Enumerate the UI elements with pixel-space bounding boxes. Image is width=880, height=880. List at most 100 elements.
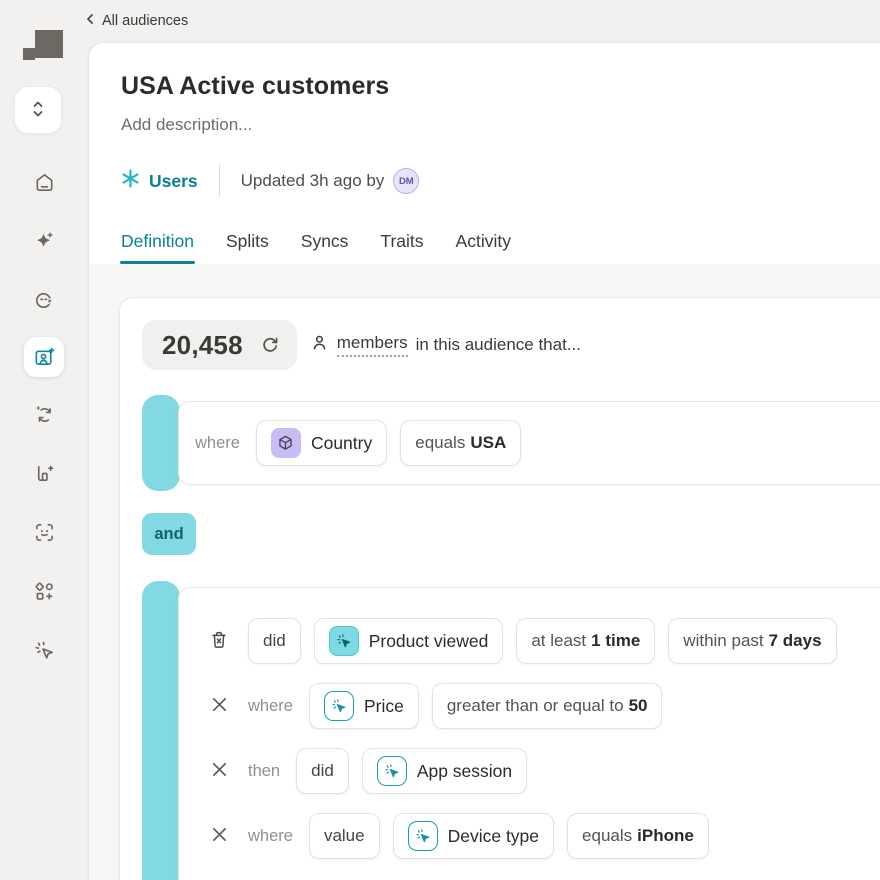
sidebar-nav xyxy=(0,160,88,672)
sidebar-item-ai[interactable] xyxy=(22,219,66,263)
property-name: Country xyxy=(310,432,373,453)
condition-group-1: where Country equals USA xyxy=(142,395,880,491)
frequency-prefix: at least xyxy=(531,631,587,650)
workspace-switcher[interactable] xyxy=(14,86,62,134)
identity-scan-icon xyxy=(33,521,56,544)
verb-label: did xyxy=(263,631,286,650)
vertical-divider xyxy=(218,165,220,197)
operator-value: USA xyxy=(470,433,507,452)
chevron-left-icon xyxy=(84,13,96,29)
condition-group-bar xyxy=(142,395,180,491)
remove-condition-button[interactable] xyxy=(208,825,230,847)
event-name: Product viewed xyxy=(368,630,489,651)
analytics-icon xyxy=(33,462,56,485)
tab-splits[interactable]: Splits xyxy=(226,231,269,252)
snowflake-icon xyxy=(121,169,140,193)
condition-row-then-app-session: then did App session xyxy=(208,748,880,794)
condition-connector-label: then xyxy=(248,761,281,780)
condition-group-2: did Product viewed at least 1 time withi… xyxy=(142,581,880,880)
description-placeholder[interactable]: Add description... xyxy=(121,115,880,135)
property-button-device-type[interactable]: Device type xyxy=(392,813,555,859)
integrations-icon xyxy=(33,580,56,603)
operator-value: 50 xyxy=(628,696,648,715)
window-value: 7 days xyxy=(768,631,822,650)
verb-button-did[interactable]: did xyxy=(248,618,301,664)
condition-row: where Country equals USA xyxy=(178,401,880,485)
operator-prefix: equals xyxy=(582,826,633,845)
event-cursor-icon xyxy=(328,626,359,656)
home-icon xyxy=(33,171,56,194)
verb-button-did[interactable]: did xyxy=(296,748,349,794)
breadcrumb-back[interactable]: All audiences xyxy=(80,13,188,29)
sync-sparkle-icon xyxy=(33,403,56,426)
trash-icon xyxy=(208,629,230,654)
event-property-cursor-icon xyxy=(407,821,438,851)
tab-syncs[interactable]: Syncs xyxy=(301,231,349,252)
members-suffix-text: in this audience that... xyxy=(415,335,581,354)
sidebar-item-audiences[interactable] xyxy=(24,337,64,377)
remove-condition-button[interactable] xyxy=(208,760,230,782)
sidebar-item-identity[interactable] xyxy=(22,510,66,554)
event-button-product-viewed[interactable]: Product viewed xyxy=(313,618,504,664)
refresh-icon xyxy=(260,334,280,357)
sidebar-item-home[interactable] xyxy=(22,160,66,204)
condition-connector-label: where xyxy=(248,696,293,715)
time-window-button[interactable]: within past 7 days xyxy=(668,618,837,664)
operator-button-equals-iphone[interactable]: equals iPhone xyxy=(567,813,709,859)
and-connector-pill[interactable]: and xyxy=(142,513,196,555)
tab-bar: Definition Splits Syncs Traits Activity xyxy=(120,231,880,264)
frequency-button[interactable]: at least 1 time xyxy=(516,618,656,664)
sidebar-item-integrations[interactable] xyxy=(22,569,66,613)
page-title: USA Active customers xyxy=(121,72,390,100)
updated-text: Updated 3h ago by xyxy=(240,171,385,190)
member-count: 20,458 xyxy=(162,329,243,360)
condition-row-where-price: where Price greater than or equal to 50 xyxy=(208,683,880,729)
operator-button-equals-usa[interactable]: equals USA xyxy=(400,420,522,466)
close-icon xyxy=(210,825,229,847)
member-count-row: 20,458 members in this audience that... xyxy=(142,320,880,370)
property-cube-icon xyxy=(270,428,301,458)
entity-type[interactable]: Users xyxy=(121,169,198,193)
sidebar-item-journeys[interactable] xyxy=(22,278,66,322)
operator-button-gte-50[interactable]: greater than or equal to 50 xyxy=(431,683,663,729)
tab-activity[interactable]: Activity xyxy=(456,231,511,252)
avatar[interactable]: DM xyxy=(393,168,420,194)
automation-cursor-icon xyxy=(33,639,56,662)
audiences-icon xyxy=(33,346,56,369)
members-summary: members in this audience that... xyxy=(310,333,581,357)
event-button-app-session[interactable]: App session xyxy=(361,748,528,794)
operator-prefix: greater than or equal to xyxy=(446,696,624,715)
tab-traits[interactable]: Traits xyxy=(380,231,423,252)
property-name: Price xyxy=(363,695,404,716)
frequency-value: 1 time xyxy=(591,631,641,650)
property-button-price[interactable]: Price xyxy=(308,683,419,729)
event-name: App session xyxy=(416,760,513,781)
tab-definition[interactable]: Definition xyxy=(120,231,195,264)
sidebar-item-sync[interactable] xyxy=(22,392,66,436)
condition-group-bar xyxy=(142,581,180,880)
operator-prefix: equals xyxy=(415,433,466,452)
value-button[interactable]: value xyxy=(308,813,380,859)
entity-label: Users xyxy=(149,170,198,191)
definition-card: 20,458 members in this audience that... … xyxy=(119,297,880,880)
members-link[interactable]: members xyxy=(336,333,408,357)
condition-block: did Product viewed at least 1 time withi… xyxy=(178,587,880,880)
audience-detail-card: USA Active customers Add description... … xyxy=(88,42,880,880)
property-name: Device type xyxy=(447,825,540,846)
audience-header: USA Active customers Add description... … xyxy=(89,43,880,264)
delete-condition-button[interactable] xyxy=(208,629,230,654)
sidebar-item-analytics[interactable] xyxy=(22,451,66,495)
property-button-country[interactable]: Country xyxy=(255,420,388,466)
journeys-icon xyxy=(33,289,56,312)
sidebar-item-automations[interactable] xyxy=(22,628,66,672)
remove-condition-button[interactable] xyxy=(208,695,230,717)
logo-square-big xyxy=(35,30,63,58)
condition-row-event: did Product viewed at least 1 time withi… xyxy=(208,618,880,664)
up-down-chevrons-icon xyxy=(29,99,47,122)
value-label: value xyxy=(323,826,365,845)
condition-row-where-device-type: where value Device type equals iPhone xyxy=(208,813,880,859)
sidebar xyxy=(0,0,88,880)
close-icon xyxy=(210,760,229,782)
refresh-count-button[interactable] xyxy=(260,334,280,357)
topbar: All audiences xyxy=(80,0,880,42)
